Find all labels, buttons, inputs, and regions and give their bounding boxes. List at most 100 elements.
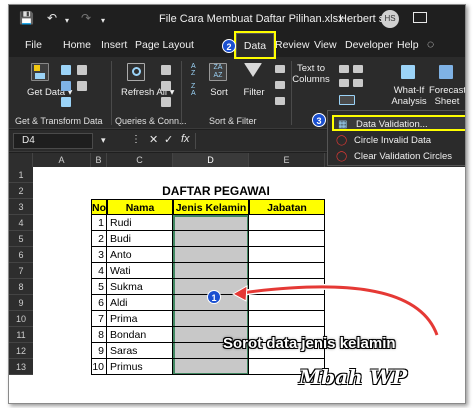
avatar[interactable]: HS <box>381 10 399 28</box>
cell-jenis-kelamin[interactable] <box>173 247 249 263</box>
cell-no[interactable]: 4 <box>91 263 107 279</box>
sort-button[interactable]: Sort <box>207 87 231 98</box>
column-header[interactable]: C <box>107 153 173 167</box>
header-jenis-kelamin[interactable]: Jenis Kelamin <box>173 199 249 215</box>
name-box[interactable]: D4 <box>13 133 93 149</box>
row-header[interactable]: 4 <box>9 215 33 231</box>
menu-item-circle-invalid[interactable]: ◯ Circle Invalid Data <box>332 133 465 149</box>
cell-no[interactable]: 6 <box>91 295 107 311</box>
lightbulb-icon[interactable]: ◌ <box>427 37 434 51</box>
tab-file[interactable]: File <box>25 39 42 51</box>
user-name[interactable]: Herbert s <box>339 13 384 25</box>
cell-nama[interactable]: Prima <box>107 311 173 327</box>
cell-nama[interactable]: Wati <box>107 263 173 279</box>
cell-nama[interactable]: Budi <box>107 231 173 247</box>
tab-help[interactable]: Help <box>397 39 419 51</box>
undo-icon[interactable]: ↶ <box>47 11 57 25</box>
from-web-icon[interactable] <box>61 81 71 91</box>
cell-no[interactable]: 9 <box>91 343 107 359</box>
filter-button[interactable]: Filter <box>239 87 269 98</box>
sort-z-a-icon[interactable]: ZA <box>191 83 203 97</box>
cell-jabatan[interactable] <box>249 231 325 247</box>
relationships-icon[interactable] <box>353 79 363 87</box>
cell-no[interactable]: 5 <box>91 279 107 295</box>
cell-no[interactable]: 1 <box>91 215 107 231</box>
tab-developer[interactable]: Developer <box>345 39 393 51</box>
reapply-filter-icon[interactable] <box>275 81 285 89</box>
cell-jenis-kelamin[interactable] <box>173 359 249 375</box>
data-validation-icon[interactable] <box>339 95 355 105</box>
cell-nama[interactable]: Saras <box>107 343 173 359</box>
insert-function-icon[interactable]: fx <box>181 133 190 145</box>
row-header[interactable]: 3 <box>9 199 33 215</box>
header-no[interactable]: No. <box>91 199 109 215</box>
cell-no[interactable]: 8 <box>91 327 107 343</box>
header-nama[interactable]: Nama <box>107 199 173 215</box>
customize-quick-access-icon[interactable]: ▾ <box>101 14 105 28</box>
get-data-button[interactable]: Get Data ▾ <box>27 87 72 98</box>
from-table-icon[interactable] <box>61 97 71 107</box>
row-header[interactable]: 13 <box>9 359 33 375</box>
row-header[interactable]: 5 <box>9 231 33 247</box>
row-header[interactable]: 7 <box>9 263 33 279</box>
row-header[interactable]: 12 <box>9 343 33 359</box>
tab-view[interactable]: View <box>314 39 337 51</box>
enter-icon[interactable]: ✓ <box>164 133 173 146</box>
what-if-analysis-button[interactable]: What-If Analysis <box>389 85 429 107</box>
header-jabatan[interactable]: Jabatan <box>249 199 325 215</box>
clear-filter-icon[interactable] <box>275 65 285 73</box>
properties-icon[interactable] <box>161 81 171 91</box>
cell-no[interactable]: 7 <box>91 311 107 327</box>
row-header[interactable]: 6 <box>9 247 33 263</box>
cell-nama[interactable]: Primus <box>107 359 173 375</box>
consolidate-icon[interactable] <box>353 65 363 73</box>
undo-dropdown-icon[interactable]: ▾ <box>65 14 69 28</box>
cell-nama[interactable]: Sukma <box>107 279 173 295</box>
row-header[interactable]: 9 <box>9 295 33 311</box>
row-header[interactable]: 10 <box>9 311 33 327</box>
existing-connections-icon[interactable] <box>77 81 87 91</box>
select-all-corner[interactable] <box>9 153 33 167</box>
cell-nama[interactable]: Bondan <box>107 327 173 343</box>
tab-insert[interactable]: Insert <box>101 39 127 51</box>
remove-duplicates-icon[interactable] <box>339 79 349 87</box>
row-header[interactable]: 8 <box>9 279 33 295</box>
cell-no[interactable]: 10 <box>91 359 107 375</box>
cell-nama[interactable]: Aldi <box>107 295 173 311</box>
name-box-dropdown-icon[interactable]: ▾ <box>101 135 106 146</box>
menu-item-data-validation[interactable]: ▦ Data Validation... <box>332 115 465 131</box>
sheet-title[interactable]: DAFTAR PEGAWAI <box>107 183 325 199</box>
redo-icon[interactable]: ↷ <box>81 11 91 25</box>
row-header[interactable]: 1 <box>9 167 33 183</box>
cell-jabatan[interactable] <box>249 247 325 263</box>
tab-home[interactable]: Home <box>63 39 91 51</box>
row-header[interactable]: 11 <box>9 327 33 343</box>
recent-sources-icon[interactable] <box>77 65 87 75</box>
cell-no[interactable]: 3 <box>91 247 107 263</box>
column-header[interactable]: A <box>33 153 91 167</box>
text-to-columns-button[interactable]: Text to Columns <box>291 63 331 85</box>
flash-fill-icon[interactable] <box>339 65 349 73</box>
cell-jenis-kelamin[interactable] <box>173 231 249 247</box>
tab-review[interactable]: Review <box>275 39 309 51</box>
refresh-all-button[interactable]: Refresh All ▾ <box>121 87 174 98</box>
cell-jabatan[interactable] <box>249 215 325 231</box>
cell-nama[interactable]: Anto <box>107 247 173 263</box>
sort-a-z-icon[interactable]: AZ <box>191 63 203 77</box>
queries-connections-icon[interactable] <box>161 65 171 75</box>
ribbon-display-options-icon[interactable] <box>413 12 427 23</box>
column-header[interactable]: B <box>91 153 107 167</box>
cancel-icon[interactable]: ✕ <box>149 133 158 146</box>
forecast-sheet-button[interactable]: Forecast Sheet <box>429 85 465 107</box>
advanced-filter-icon[interactable] <box>275 97 285 105</box>
column-header[interactable]: E <box>249 153 325 167</box>
edit-links-icon[interactable] <box>161 97 171 107</box>
cell-nama[interactable]: Rudi <box>107 215 173 231</box>
tab-page-layout[interactable]: Page Layout <box>135 39 194 51</box>
column-header[interactable]: D <box>173 153 249 167</box>
row-header[interactable]: 2 <box>9 183 33 199</box>
cell-no[interactable]: 2 <box>91 231 107 247</box>
menu-item-clear-circles[interactable]: ◯ Clear Validation Circles <box>332 149 465 165</box>
cell-jenis-kelamin[interactable] <box>173 215 249 231</box>
from-text-csv-icon[interactable] <box>61 65 71 75</box>
